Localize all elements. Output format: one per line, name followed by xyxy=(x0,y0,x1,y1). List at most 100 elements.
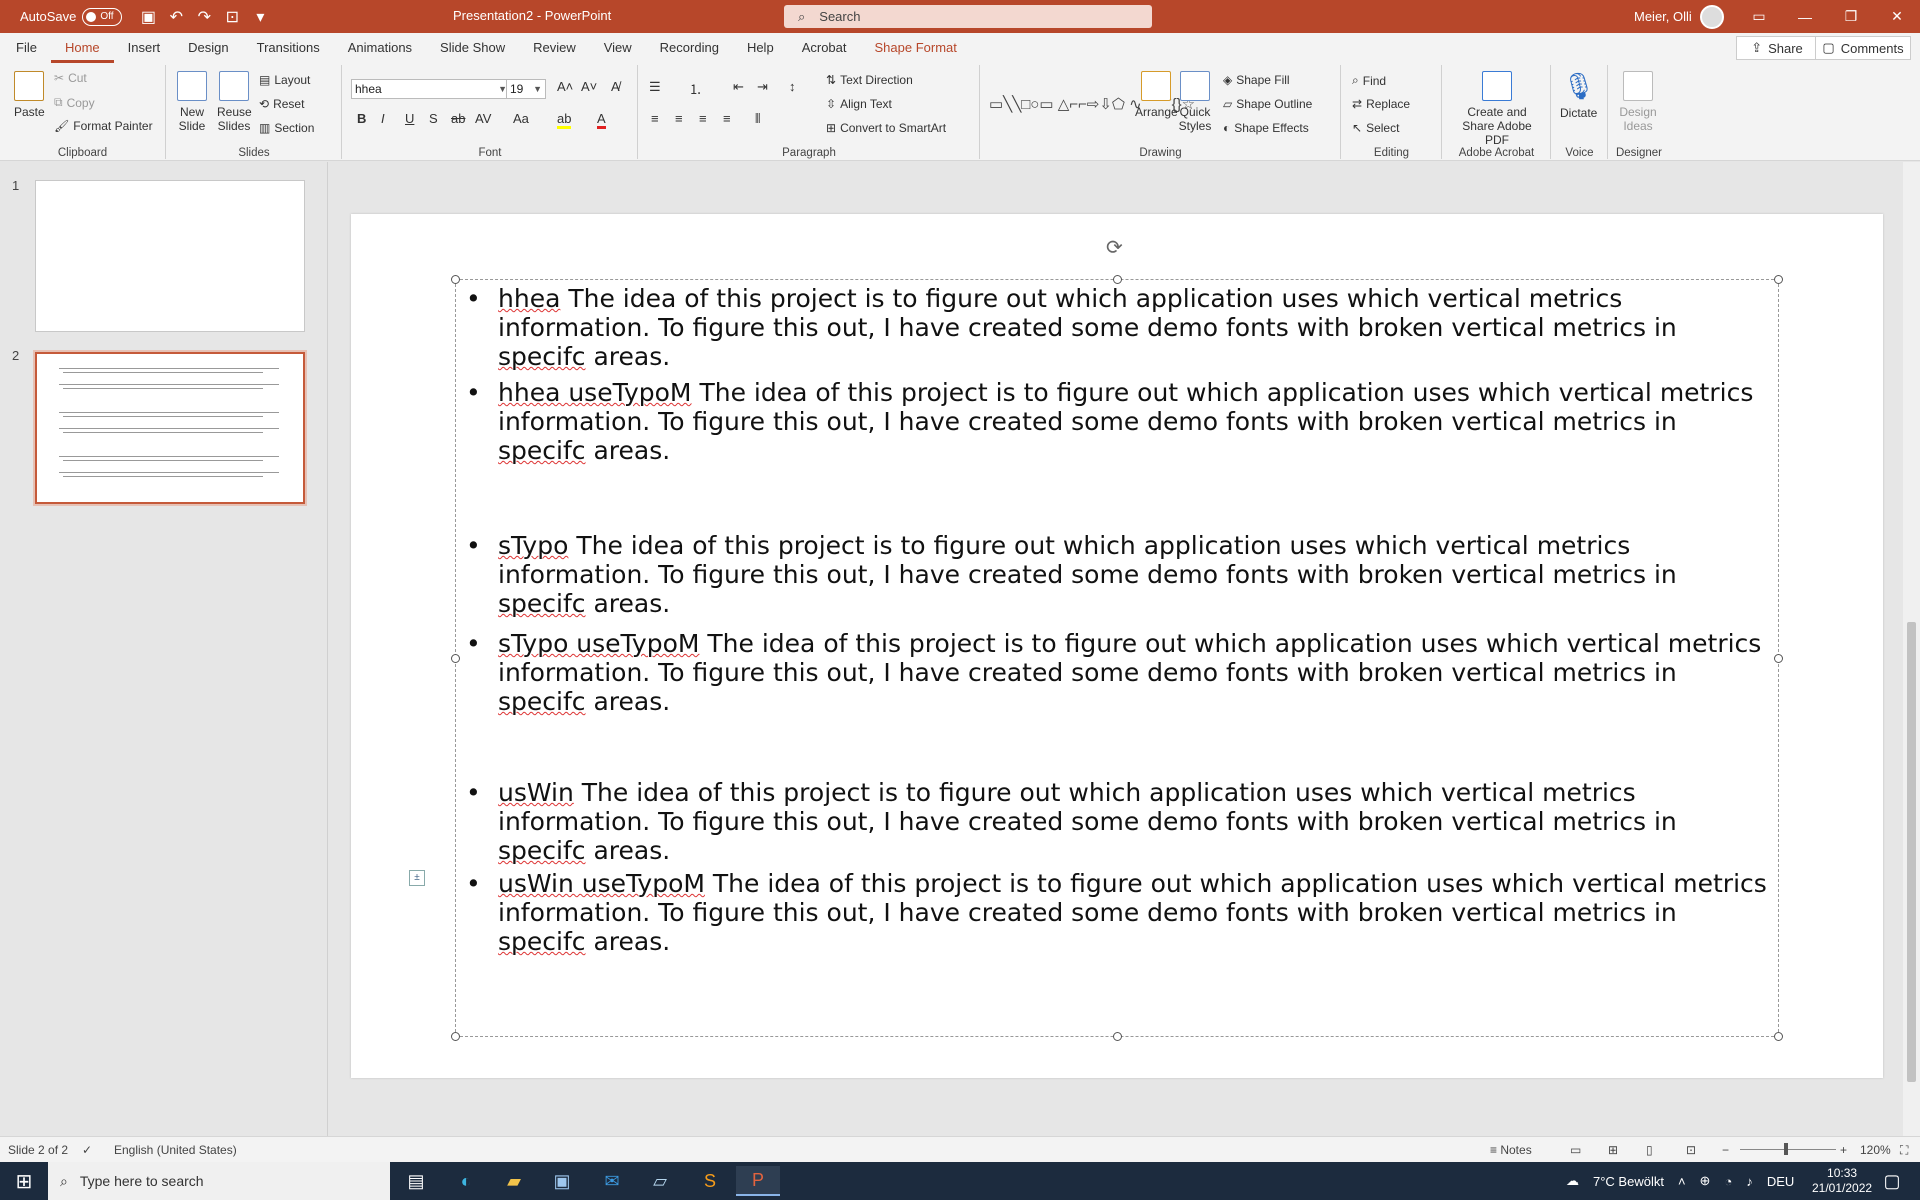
resize-handle[interactable] xyxy=(1113,1032,1122,1041)
file-explorer-icon[interactable]: ▰ xyxy=(492,1166,536,1196)
reuse-slides-button[interactable]: Reuse Slides xyxy=(217,71,252,133)
align-center-icon[interactable]: ≡ xyxy=(675,111,683,126)
wifi-icon[interactable]: ◔ xyxy=(1724,1174,1732,1189)
columns-icon[interactable]: ⫴ xyxy=(755,111,760,127)
restore-icon[interactable]: ❐ xyxy=(1828,0,1874,33)
task-view-icon[interactable]: ▤ xyxy=(394,1166,438,1196)
spellcheck-icon[interactable]: ✓ xyxy=(82,1143,92,1157)
zoom-out-icon[interactable]: − xyxy=(1722,1143,1729,1157)
slide-sorter-icon[interactable]: ⊞ xyxy=(1608,1143,1618,1157)
section-button[interactable]: ▥ Section xyxy=(259,121,314,135)
char-spacing-icon[interactable]: AV xyxy=(475,111,491,126)
numbering-icon[interactable]: ⒈ xyxy=(689,79,702,98)
fit-slide-icon[interactable]: ⛶ xyxy=(1900,1143,1908,1158)
customize-qat-icon[interactable]: ▾ xyxy=(246,5,274,29)
bullet-item[interactable]: hhea useTypoM The idea of this project i… xyxy=(464,378,1768,465)
taskbar-search[interactable]: ⌕ Type here to search xyxy=(48,1162,390,1200)
bullet-item[interactable]: usWin The idea of this project is to fig… xyxy=(464,778,1768,865)
powerpoint-icon[interactable]: P xyxy=(736,1166,780,1196)
slide-thumbnail-2[interactable] xyxy=(33,350,307,506)
resize-handle[interactable] xyxy=(451,654,460,663)
italic-icon[interactable]: I xyxy=(381,111,385,126)
windows-start-icon[interactable]: ⊞ xyxy=(2,1166,46,1196)
tab-help[interactable]: Help xyxy=(733,33,788,63)
zoom-slider[interactable] xyxy=(1740,1149,1836,1150)
tab-animations[interactable]: Animations xyxy=(334,33,426,63)
mail-icon[interactable]: ✉ xyxy=(590,1166,634,1196)
share-button[interactable]: ⇪ Share xyxy=(1736,36,1818,60)
change-case-icon[interactable]: Aa xyxy=(513,111,529,126)
content-placeholder[interactable]: ⟳ hhea The idea of this project is to fi… xyxy=(451,237,1783,1041)
underline-icon[interactable]: U xyxy=(405,111,414,126)
zoom-in-icon[interactable]: + xyxy=(1840,1143,1847,1157)
shadow-icon[interactable]: S xyxy=(429,111,438,126)
tab-file[interactable]: File xyxy=(0,33,51,63)
notepad-icon[interactable]: ▱ xyxy=(638,1166,682,1196)
tab-transitions[interactable]: Transitions xyxy=(243,33,334,63)
tab-slide-show[interactable]: Slide Show xyxy=(426,33,519,63)
align-text-button[interactable]: ⇳ Align Text xyxy=(826,97,892,111)
resize-handle[interactable] xyxy=(1774,275,1783,284)
resize-handle[interactable] xyxy=(451,275,460,284)
minimize-icon[interactable]: — xyxy=(1782,0,1828,33)
replace-button[interactable]: ⇄ Replace xyxy=(1352,97,1410,111)
edge-icon[interactable]: ◐ xyxy=(444,1166,488,1196)
autosave[interactable]: AutoSave Off xyxy=(20,7,123,26)
strikethrough-icon[interactable]: ab xyxy=(451,111,465,126)
vertical-scrollbar[interactable] xyxy=(1903,162,1920,1136)
reset-button[interactable]: ⟲ Reset xyxy=(259,97,304,111)
chevron-up-icon[interactable]: ˄ xyxy=(1678,1174,1686,1189)
bullet-list[interactable]: hhea The idea of this project is to figu… xyxy=(464,284,1768,956)
format-painter-button[interactable]: 🖌 Format Painter xyxy=(54,119,153,133)
user-name[interactable]: Meier, Olli xyxy=(1634,9,1692,24)
input-language[interactable]: DEU xyxy=(1767,1174,1794,1189)
volume-icon[interactable]: ♪ xyxy=(1746,1174,1753,1189)
tab-recording[interactable]: Recording xyxy=(646,33,733,63)
save-icon[interactable]: ▣ xyxy=(134,5,162,29)
cut-button[interactable]: ✂ Cut xyxy=(54,71,87,85)
shapes-gallery[interactable]: ▭╲╲□○▭ △⌐⌐⇨⇩⬠ ∿⌒⌒{}☆ xyxy=(989,71,1195,135)
tab-home[interactable]: Home xyxy=(50,33,114,63)
justify-icon[interactable]: ≡ xyxy=(723,111,731,126)
convert-smartart-button[interactable]: ⊞ Convert to SmartArt xyxy=(826,121,946,135)
autosave-toggle[interactable]: Off xyxy=(82,7,123,26)
font-color-icon[interactable]: A xyxy=(597,111,606,129)
align-right-icon[interactable]: ≡ xyxy=(699,111,707,126)
zoom-level[interactable]: 120% xyxy=(1860,1143,1891,1157)
bullets-icon[interactable]: ☰ xyxy=(649,79,661,95)
text-direction-button[interactable]: ⇅ Text Direction xyxy=(826,73,913,87)
bold-icon[interactable]: B xyxy=(357,111,366,126)
undo-icon[interactable]: ↶ xyxy=(162,5,190,29)
language[interactable]: English (United States) xyxy=(114,1143,237,1157)
weather-text[interactable]: 7°C Bewölkt xyxy=(1593,1174,1664,1189)
tab-insert[interactable]: Insert xyxy=(114,33,175,63)
redo-icon[interactable]: ↷ xyxy=(190,5,218,29)
sublime-icon[interactable]: S xyxy=(688,1166,732,1196)
shape-effects-button[interactable]: ◐ Shape Effects xyxy=(1223,121,1309,135)
font-size-combo[interactable]: 19 ▼ xyxy=(506,79,546,99)
bullet-item[interactable]: sTypo The idea of this project is to fig… xyxy=(464,531,1768,618)
search-box[interactable]: ⌕ Search xyxy=(784,5,1152,28)
new-slide-button[interactable]: New Slide xyxy=(175,71,209,133)
resize-handle[interactable] xyxy=(1774,654,1783,663)
rotate-handle-icon[interactable]: ⟳ xyxy=(1106,235,1123,260)
quick-styles-button[interactable]: Quick Styles xyxy=(1175,71,1215,133)
dictate-button[interactable]: 🎙 Dictate xyxy=(1560,71,1597,120)
clear-formatting-icon[interactable]: A̸ xyxy=(611,79,620,94)
grow-font-icon[interactable]: A˄ xyxy=(557,79,573,94)
shrink-font-icon[interactable]: A˅ xyxy=(581,79,597,94)
design-ideas-button[interactable]: Design Ideas xyxy=(1617,71,1659,133)
line-spacing-icon[interactable]: ↕ xyxy=(789,79,796,94)
shape-outline-button[interactable]: ▱ Shape Outline xyxy=(1223,97,1312,111)
store-icon[interactable]: ▣ xyxy=(540,1166,584,1196)
close-icon[interactable]: ✕ xyxy=(1874,0,1920,33)
layout-button[interactable]: ▤ Layout xyxy=(259,73,310,87)
slide-thumbnail-1[interactable] xyxy=(35,180,305,332)
zoom-slider-thumb[interactable] xyxy=(1784,1143,1788,1155)
resize-handle[interactable] xyxy=(1113,275,1122,284)
scrollbar-thumb[interactable] xyxy=(1907,622,1916,1082)
shape-fill-button[interactable]: ◈ Shape Fill xyxy=(1223,73,1290,87)
bullet-item[interactable]: hhea The idea of this project is to figu… xyxy=(464,284,1768,371)
align-left-icon[interactable]: ≡ xyxy=(651,111,659,126)
decrease-indent-icon[interactable]: ⇤ xyxy=(733,79,744,95)
